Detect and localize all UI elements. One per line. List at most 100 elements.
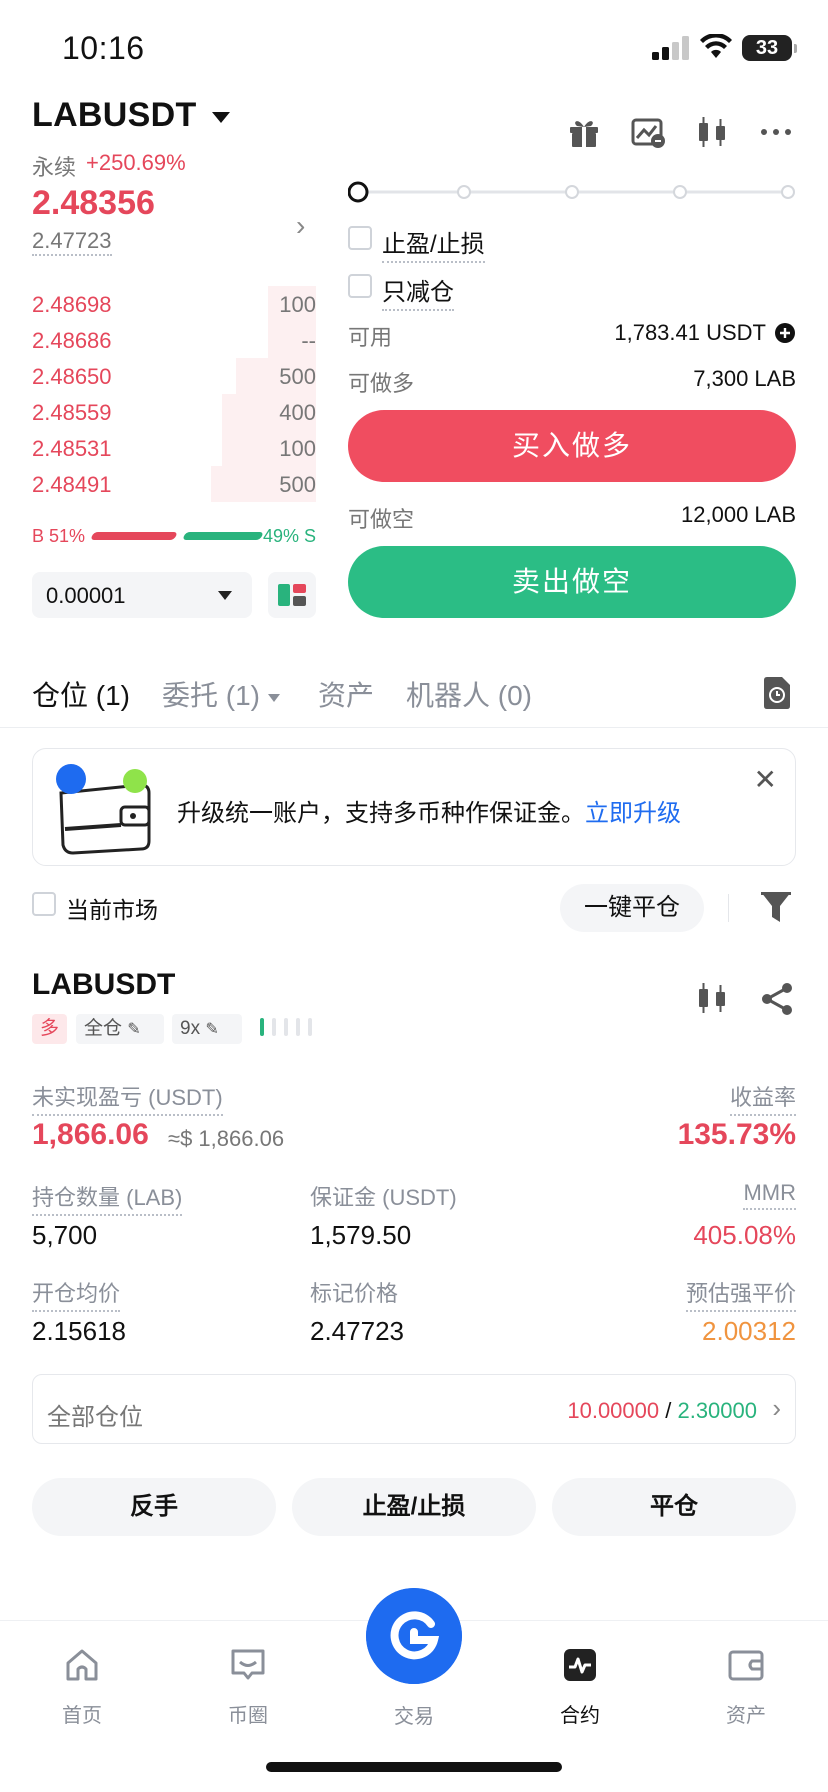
position-symbol[interactable]: LABUSDT bbox=[32, 968, 175, 1002]
max-short-label: 可做空 bbox=[348, 507, 415, 532]
orderbook-ask-row[interactable]: 2.48650 500 bbox=[32, 358, 316, 394]
nav-trade-label[interactable]: 交易 bbox=[364, 1700, 464, 1729]
upnl-value: 1,866.06 bbox=[32, 1118, 149, 1151]
reduce-only-checkbox[interactable] bbox=[348, 274, 372, 298]
all-positions-tpsl-row[interactable]: 全部仓位 10.00000 / 2.30000 › bbox=[32, 1374, 796, 1444]
home-icon bbox=[66, 1649, 98, 1681]
cellular-signal-icon bbox=[652, 36, 689, 60]
orderbook-ask-row[interactable]: 2.48698 100 bbox=[32, 286, 316, 322]
wallet-illustration-icon bbox=[56, 764, 151, 855]
chevron-right-icon[interactable]: › bbox=[296, 210, 305, 242]
tab-assets[interactable]: 资产 bbox=[318, 674, 374, 714]
nav-home-label: 首页 bbox=[62, 1705, 102, 1727]
perpetual-label: 永续 bbox=[32, 155, 77, 180]
max-short-value: 12,000 LAB bbox=[681, 502, 796, 527]
price-change: +250.69% bbox=[86, 150, 186, 175]
wifi-icon bbox=[700, 34, 732, 58]
current-market-checkbox[interactable] bbox=[32, 892, 56, 916]
mark-price-value: 2.47723 bbox=[310, 1316, 404, 1346]
max-short-row: 可做空 12,000 LAB bbox=[348, 500, 796, 532]
sl-value: 2.30000 bbox=[677, 1398, 757, 1423]
buy-ratio-label: B 51% bbox=[32, 526, 86, 546]
caret-down-icon bbox=[218, 591, 232, 600]
nav-home[interactable]: 首页 bbox=[32, 1645, 132, 1728]
close-position-button[interactable]: 平仓 bbox=[552, 1478, 796, 1536]
size-value: 5,700 bbox=[32, 1220, 98, 1250]
mark-price[interactable]: 2.47723 bbox=[32, 228, 112, 256]
reverse-button[interactable]: 反手 bbox=[32, 1478, 276, 1536]
tpsl-values: 10.00000 / 2.30000 bbox=[567, 1398, 757, 1424]
caret-down-icon bbox=[268, 693, 281, 702]
nav-futures[interactable]: 合约 bbox=[530, 1645, 630, 1728]
kline-icon[interactable] bbox=[694, 114, 730, 150]
close-all-button[interactable]: 一键平仓 bbox=[560, 884, 704, 932]
mmr-label: MMR bbox=[743, 1180, 796, 1210]
tab-orders[interactable]: 委托 (1) bbox=[162, 674, 281, 714]
close-icon[interactable]: ✕ bbox=[754, 763, 777, 796]
tpsl-label: 止盈/止损 bbox=[382, 224, 485, 263]
ask-price: 2.48686 bbox=[32, 328, 112, 353]
upgrade-banner: 升级统一账户，支持多币种作保证金。立即升级 ✕ bbox=[32, 748, 796, 866]
slider-step bbox=[565, 185, 579, 199]
margin-value: 1,579.50 bbox=[310, 1220, 412, 1250]
ask-size: 500 bbox=[279, 472, 316, 497]
caret-down-icon[interactable] bbox=[212, 112, 230, 123]
leverage-slider[interactable] bbox=[348, 180, 796, 204]
current-market-label: 当前市场 bbox=[66, 897, 158, 923]
adl-indicator-icon bbox=[260, 1018, 312, 1036]
ask-size: 100 bbox=[279, 436, 316, 461]
gift-icon[interactable] bbox=[566, 114, 602, 150]
upnl-label: 未实现盈亏 (USDT) bbox=[32, 1080, 223, 1116]
nav-assets[interactable]: 资产 bbox=[696, 1645, 796, 1728]
more-icon[interactable] bbox=[758, 114, 794, 150]
edit-icon: ✎ bbox=[205, 1021, 219, 1038]
roi-label: 收益率 bbox=[729, 1080, 796, 1116]
divider bbox=[728, 894, 729, 922]
orderbook-ask-row[interactable]: 2.48686 -- bbox=[32, 322, 316, 358]
nav-feed[interactable]: 币圈 bbox=[198, 1645, 298, 1728]
buy-sell-ratio: B 51% 49% S bbox=[32, 524, 316, 548]
share-icon[interactable] bbox=[760, 982, 794, 1016]
orderbook-layout-icon[interactable] bbox=[268, 572, 316, 618]
tab-positions[interactable]: 仓位 (1) bbox=[32, 674, 130, 714]
tpsl-button[interactable]: 止盈/止损 bbox=[292, 1478, 536, 1536]
sell-short-button[interactable]: 卖出做空 bbox=[348, 546, 796, 618]
max-long-row: 可做多 7,300 LAB bbox=[348, 364, 796, 396]
precision-select[interactable]: 0.00001 bbox=[32, 572, 252, 618]
futures-icon bbox=[564, 1649, 596, 1681]
orderbook-ask-row[interactable]: 2.48559 400 bbox=[32, 394, 316, 430]
ask-size: -- bbox=[301, 328, 316, 353]
tab-bots[interactable]: 机器人 (0) bbox=[406, 674, 532, 714]
mark-price-label: 标记价格 bbox=[310, 1281, 399, 1306]
liq-price-value: 2.00312 bbox=[702, 1316, 796, 1346]
leverage-label: 9x bbox=[180, 1018, 201, 1039]
orderbook-ask-row[interactable]: 2.48491 500 bbox=[32, 466, 316, 502]
sell-ratio-label: 49% S bbox=[262, 526, 316, 546]
reduce-only-label: 只减仓 bbox=[382, 272, 454, 311]
kline-icon[interactable] bbox=[694, 980, 730, 1016]
upgrade-link[interactable]: 立即升级 bbox=[585, 800, 681, 827]
chat-icon bbox=[231, 1649, 265, 1680]
trade-icon[interactable] bbox=[366, 1588, 462, 1684]
leverage-tag[interactable]: 9x ✎ bbox=[172, 1014, 242, 1044]
pair-title[interactable]: LABUSDT bbox=[32, 96, 197, 135]
max-long-label: 可做多 bbox=[348, 371, 415, 396]
chevron-right-icon: › bbox=[772, 1393, 781, 1423]
all-positions-label: 全部仓位 bbox=[47, 1404, 143, 1431]
margin-label: 保证金 (USDT) bbox=[310, 1185, 457, 1210]
ask-price: 2.48698 bbox=[32, 292, 112, 317]
history-doc-icon[interactable] bbox=[762, 676, 792, 710]
banner-message: 升级统一账户，支持多币种作保证金。 bbox=[177, 800, 585, 827]
available-value: 1,783.41 USDT bbox=[614, 320, 766, 345]
orderbook-ask-row[interactable]: 2.48531 100 bbox=[32, 430, 316, 466]
buy-long-button[interactable]: 买入做多 bbox=[348, 410, 796, 482]
slider-step bbox=[781, 185, 795, 199]
nav-futures-label: 合约 bbox=[560, 1705, 600, 1727]
add-funds-icon[interactable] bbox=[774, 322, 796, 344]
filter-icon[interactable] bbox=[760, 890, 792, 924]
slider-step bbox=[673, 185, 687, 199]
price-alert-icon[interactable] bbox=[630, 114, 666, 150]
margin-mode-tag[interactable]: 全仓 ✎ bbox=[76, 1014, 164, 1044]
tab-orders-label: 委托 (1) bbox=[162, 680, 261, 711]
tpsl-checkbox[interactable] bbox=[348, 226, 372, 250]
